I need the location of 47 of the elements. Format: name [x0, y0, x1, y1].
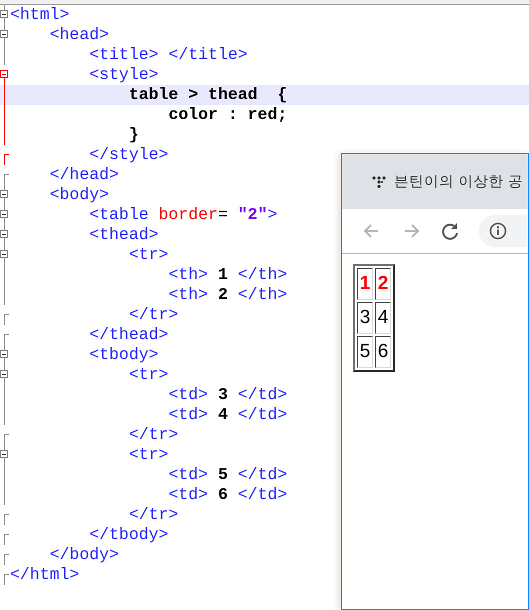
code-line: <td> 5 </td>	[168, 465, 288, 485]
code-line: </tr>	[128, 305, 178, 325]
table-header-cell: 2	[375, 268, 391, 300]
code-line: </tbody>	[89, 525, 168, 545]
code-line: <tr>	[128, 365, 168, 385]
code-line: <head>	[50, 25, 110, 45]
code-line: <title> </title>	[89, 45, 248, 65]
table-cell: 3	[357, 302, 373, 334]
table-cell: 6	[375, 336, 391, 368]
table-header-cell: 1	[357, 268, 373, 300]
table-cell: 5	[357, 336, 373, 368]
code-line: <td> 3 </td>	[168, 385, 288, 405]
table-cell: 4	[375, 302, 391, 334]
code-line: <tr>	[128, 445, 168, 465]
code-line: </body>	[50, 545, 119, 565]
code-line: table > thead {	[128, 85, 288, 105]
collapse-icon[interactable]	[0, 350, 8, 358]
collapse-icon[interactable]	[0, 210, 8, 218]
code-line: <tr>	[128, 245, 168, 265]
code-line: <table border= "2">	[89, 205, 278, 225]
code-line: </thead>	[89, 325, 168, 345]
address-bar[interactable]	[479, 215, 528, 247]
code-line: </tr>	[128, 425, 178, 445]
info-icon[interactable]	[489, 222, 507, 240]
collapse-icon[interactable]	[0, 370, 8, 378]
code-line: <tbody>	[89, 345, 159, 365]
code-line: </tr>	[128, 505, 178, 525]
code-line: <th> 1 </th>	[168, 265, 288, 285]
collapse-icon[interactable]	[0, 230, 8, 238]
collapse-icon[interactable]	[0, 450, 8, 458]
favicon-icon	[372, 176, 386, 188]
code-line: </head>	[50, 165, 119, 185]
collapse-icon[interactable]	[0, 190, 8, 198]
collapse-icon[interactable]	[0, 30, 8, 38]
code-line: <th> 2 </th>	[168, 285, 288, 305]
code-line: </style>	[89, 145, 168, 165]
code-line: <td> 4 </td>	[168, 405, 288, 425]
code-line: <style>	[89, 65, 159, 85]
code-line: <html>	[10, 5, 70, 25]
code-line: <thead>	[89, 225, 159, 245]
collapse-icon[interactable]	[0, 250, 8, 258]
code-line: color : red;	[168, 105, 288, 125]
code-line: }	[128, 125, 139, 145]
code-line: <body>	[50, 185, 110, 205]
code-line: <td> 6 </td>	[168, 485, 288, 505]
collapse-icon[interactable]	[0, 10, 8, 18]
code-line: </html>	[10, 565, 80, 585]
